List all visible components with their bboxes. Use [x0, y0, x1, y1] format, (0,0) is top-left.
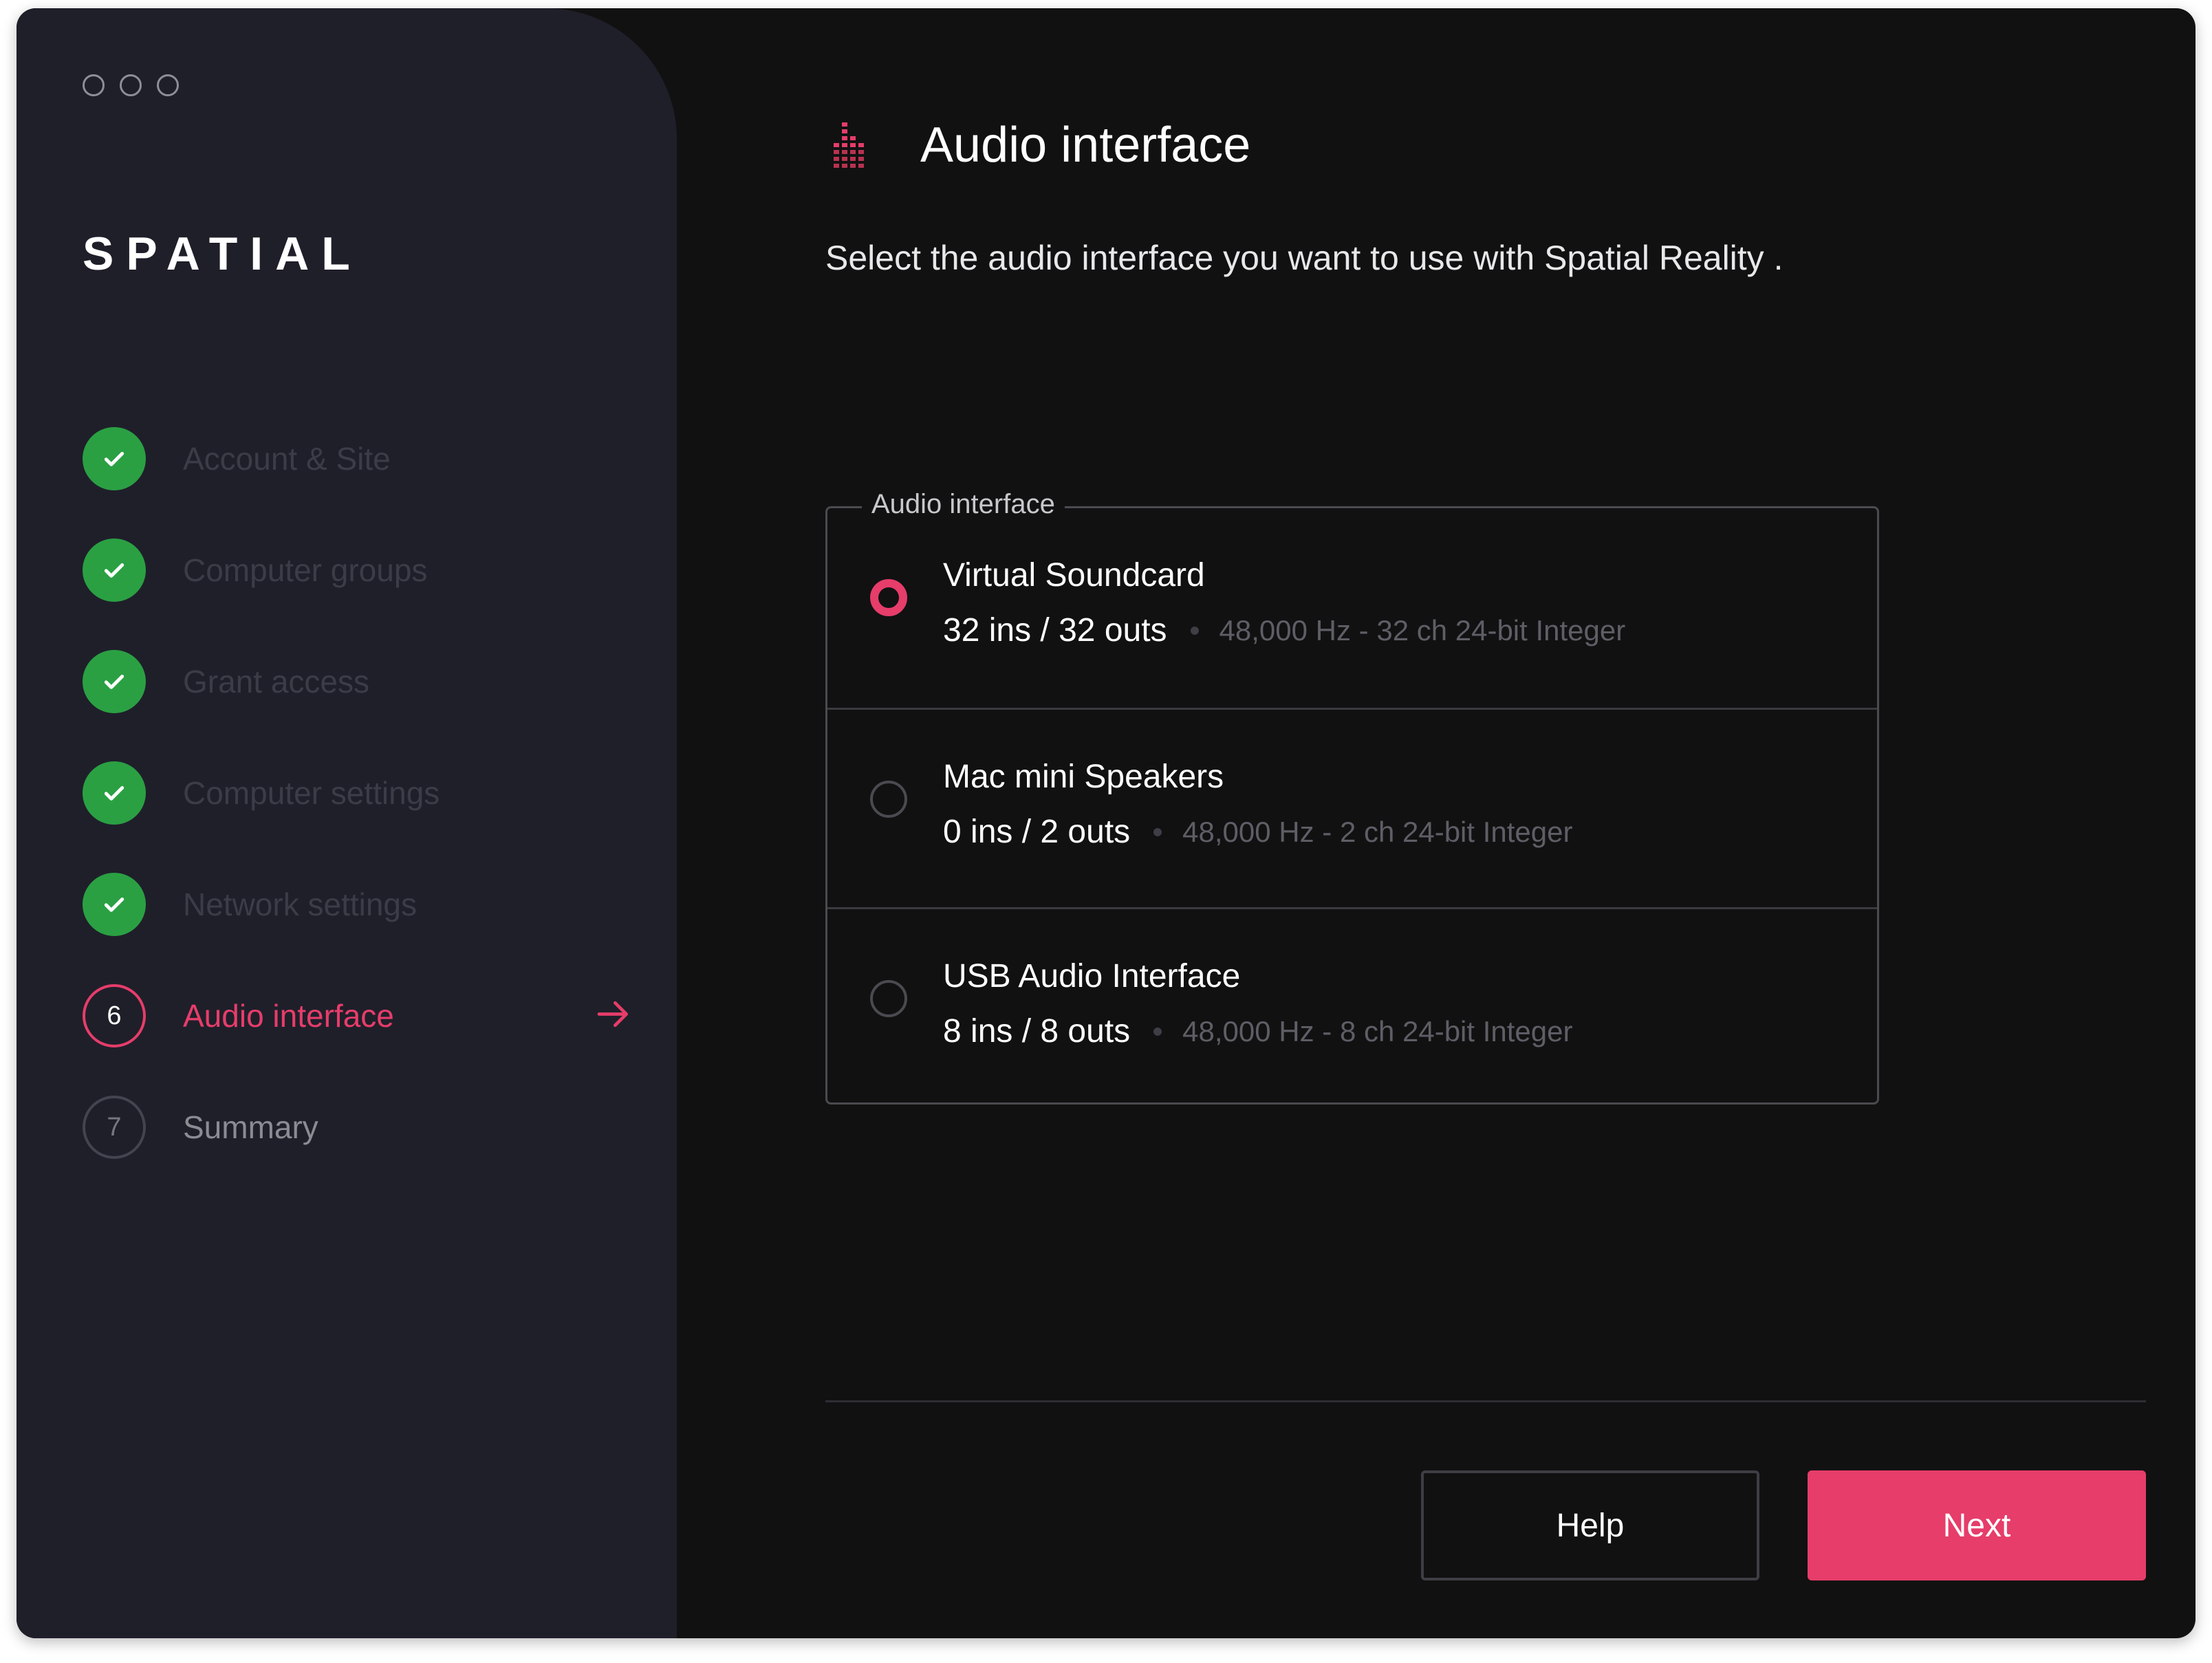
- brand-logo: SPATIAL: [83, 228, 362, 280]
- step-computer-settings[interactable]: Computer settings: [83, 737, 633, 849]
- step-label: Account & Site: [183, 441, 391, 477]
- page-title: Audio interface: [920, 118, 1251, 173]
- step-label: Grant access: [183, 664, 369, 699]
- step-summary[interactable]: 7 Summary: [83, 1072, 633, 1183]
- equalizer-icon: [828, 122, 871, 175]
- app-window: SPATIAL Account & Site Computer groups G…: [17, 8, 2195, 1638]
- option-name: Mac mini Speakers: [943, 759, 1224, 795]
- option-io: 32 ins / 32 outs: [943, 612, 1167, 649]
- option-details: 0 ins / 2 outs 48,000 Hz - 2 ch 24-bit I…: [943, 813, 1572, 851]
- step-computer-groups[interactable]: Computer groups: [83, 514, 633, 626]
- step-label: Summary: [183, 1109, 318, 1145]
- help-button[interactable]: Help: [1421, 1470, 1759, 1580]
- step-number-badge: 6: [83, 984, 146, 1047]
- step-account-site[interactable]: Account & Site: [83, 403, 633, 514]
- step-grant-access[interactable]: Grant access: [83, 626, 633, 737]
- checkmark-icon: [83, 539, 146, 602]
- option-spec: 48,000 Hz - 8 ch 24-bit Integer: [1182, 1014, 1573, 1047]
- option-name: USB Audio Interface: [943, 958, 1241, 994]
- radio-button[interactable]: [870, 781, 907, 818]
- step-audio-interface[interactable]: 6 Audio interface: [83, 960, 633, 1072]
- step-label: Computer settings: [183, 775, 440, 811]
- checkmark-icon: [83, 650, 146, 713]
- option-name: Virtual Soundcard: [943, 557, 1205, 594]
- option-mac-mini-speakers[interactable]: Mac mini Speakers 0 ins / 2 outs 48,000 …: [827, 708, 1877, 907]
- next-button[interactable]: Next: [1808, 1470, 2146, 1580]
- checkmark-icon: [83, 873, 146, 936]
- option-io: 0 ins / 2 outs: [943, 814, 1131, 850]
- arrow-right-icon: [594, 995, 633, 1037]
- zoom-window-button[interactable]: [157, 74, 179, 96]
- step-network-settings[interactable]: Network settings: [83, 849, 633, 960]
- minimize-window-button[interactable]: [120, 74, 142, 96]
- option-spec: 48,000 Hz - 2 ch 24-bit Integer: [1182, 815, 1573, 848]
- radio-button[interactable]: [870, 980, 907, 1017]
- step-label: Network settings: [183, 887, 418, 922]
- step-number-badge: 7: [83, 1096, 146, 1159]
- option-io: 8 ins / 8 outs: [943, 1013, 1131, 1050]
- sidebar: SPATIAL Account & Site Computer groups G…: [17, 8, 677, 1638]
- option-details: 8 ins / 8 outs 48,000 Hz - 8 ch 24-bit I…: [943, 1012, 1572, 1050]
- radio-button[interactable]: [870, 579, 907, 616]
- option-usb-audio-interface[interactable]: USB Audio Interface 8 ins / 8 outs 48,00…: [827, 907, 1877, 1107]
- page-subtitle: Select the audio interface you want to u…: [825, 239, 1783, 277]
- separator-dot: [1153, 827, 1162, 836]
- option-details: 32 ins / 32 outs 48,000 Hz - 32 ch 24-bi…: [943, 611, 1625, 649]
- step-label: Audio interface: [183, 998, 394, 1034]
- window-controls: [83, 74, 179, 96]
- separator-dot: [1190, 626, 1199, 635]
- separator-dot: [1153, 1027, 1162, 1036]
- checkmark-icon: [83, 427, 146, 490]
- step-label: Computer groups: [183, 552, 428, 588]
- close-window-button[interactable]: [83, 74, 105, 96]
- checkmark-icon: [83, 761, 146, 825]
- step-list: Account & Site Computer groups Grant acc…: [83, 403, 633, 1183]
- option-virtual-soundcard[interactable]: Virtual Soundcard 32 ins / 32 outs 48,00…: [827, 508, 1877, 708]
- footer-divider: [825, 1400, 2146, 1402]
- option-spec: 48,000 Hz - 32 ch 24-bit Integer: [1219, 613, 1626, 646]
- audio-interface-group: Audio interface Virtual Soundcard 32 ins…: [825, 489, 1879, 1107]
